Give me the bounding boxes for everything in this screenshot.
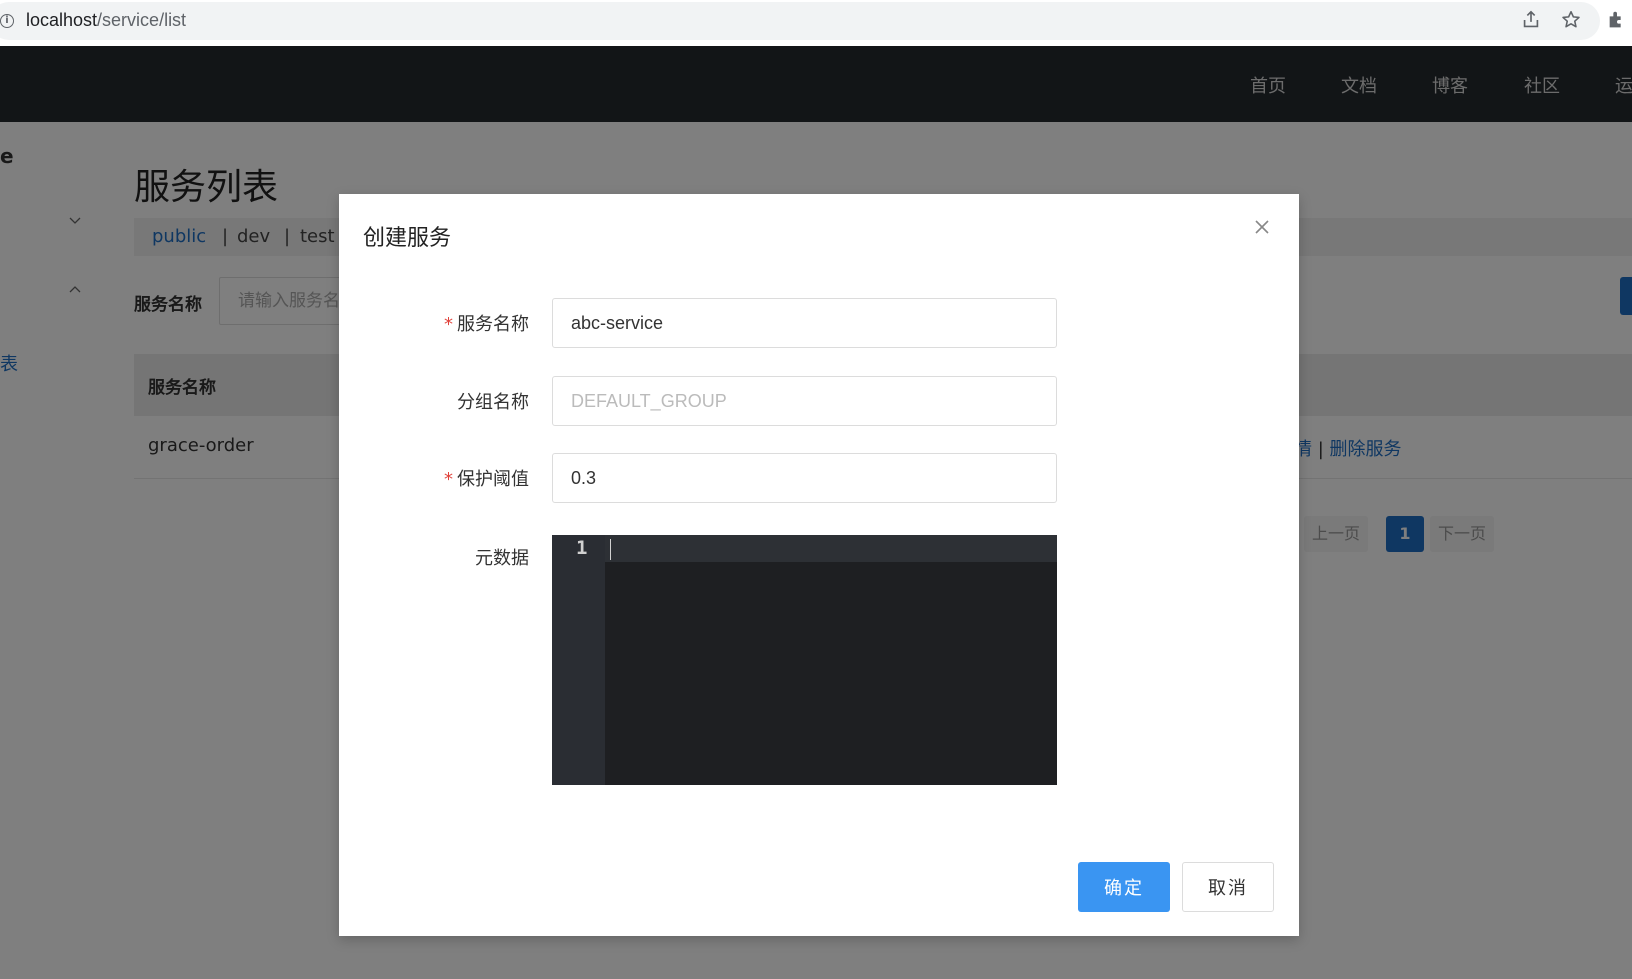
close-icon[interactable] (1253, 218, 1271, 236)
line-number: 1 (576, 537, 588, 559)
dialog-title: 创建服务 (363, 226, 452, 251)
create-service-dialog: 创建服务 *服务名称 分组名称 *保护阈值 元数据 1 确定 取消 (339, 194, 1299, 936)
metadata-label: 元数据 (475, 548, 529, 569)
extensions-icon[interactable] (1606, 9, 1628, 31)
confirm-button[interactable]: 确定 (1078, 862, 1170, 912)
metadata-code-editor[interactable]: 1 (552, 535, 1057, 785)
group-name-input[interactable] (552, 376, 1057, 426)
editor-active-line[interactable] (605, 535, 1057, 562)
group-name-label: 分组名称 (457, 392, 529, 413)
service-name-input[interactable] (552, 298, 1057, 348)
protect-threshold-label: * 保护阈值 (444, 469, 529, 490)
address-bar[interactable]: i localhost/service/list (0, 2, 1600, 40)
bookmark-star-icon[interactable] (1560, 9, 1582, 31)
service-name-label: * 服务名称 (444, 314, 529, 335)
share-icon[interactable] (1520, 9, 1542, 31)
protect-threshold-input[interactable] (552, 453, 1057, 503)
site-info-icon[interactable]: i (0, 14, 14, 28)
text-cursor (610, 539, 611, 560)
cancel-button[interactable]: 取消 (1182, 862, 1274, 912)
editor-gutter (552, 535, 605, 785)
url-text[interactable]: localhost/service/list (26, 10, 186, 31)
browser-bar: i localhost/service/list (0, 0, 1632, 46)
